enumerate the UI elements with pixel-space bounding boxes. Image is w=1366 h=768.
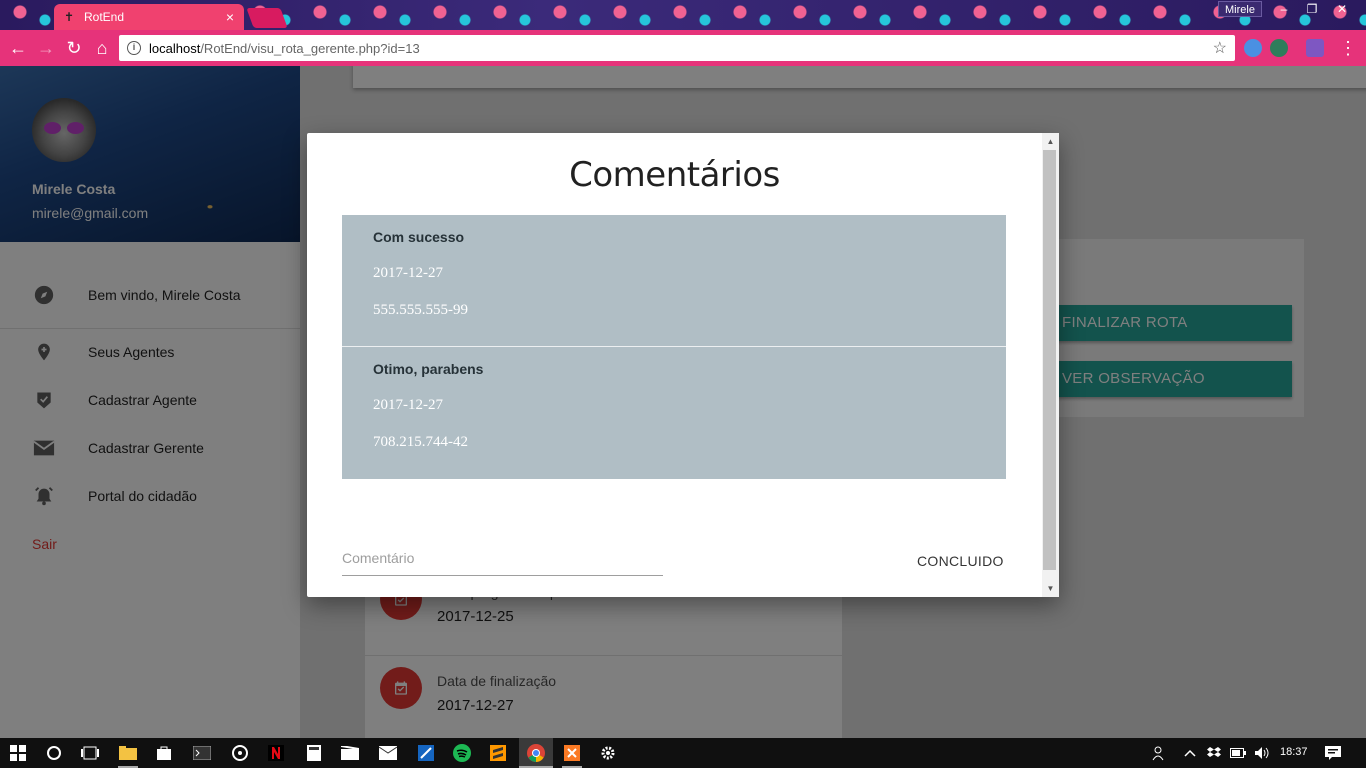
system-clock[interactable]: 18:37 xyxy=(1280,746,1308,758)
url-host: localhost xyxy=(149,40,201,56)
extension-shield-icon[interactable] xyxy=(1270,39,1288,57)
battery-icon[interactable] xyxy=(1228,743,1248,763)
task-view-icon[interactable] xyxy=(80,743,100,763)
modal-title: Comentários xyxy=(569,155,780,195)
address-bar[interactable]: i localhost /RotEnd/visu_rota_gerente.ph… xyxy=(119,35,1235,61)
file-explorer-icon[interactable] xyxy=(118,743,138,763)
settings-icon[interactable] xyxy=(598,743,618,763)
notifications-icon[interactable] xyxy=(1323,743,1343,763)
people-icon[interactable] xyxy=(1150,743,1170,763)
comment-text: Com sucesso xyxy=(373,229,465,245)
modal-scrollbar[interactable]: ▲ ▼ xyxy=(1042,133,1059,597)
bookmark-star-icon[interactable]: ☆ xyxy=(1213,38,1227,58)
profile-badge[interactable]: Mirele xyxy=(1218,1,1262,17)
extension-pen-icon[interactable] xyxy=(1306,39,1324,57)
terminal-icon[interactable] xyxy=(192,743,212,763)
restore-icon[interactable]: ❐ xyxy=(1298,0,1326,18)
forward-icon[interactable]: → xyxy=(34,36,58,60)
chevron-up-icon[interactable] xyxy=(1180,743,1200,763)
page-favicon-icon: ✝ xyxy=(64,10,75,24)
calculator-icon[interactable] xyxy=(304,743,324,763)
comment-date: 2017-12-27 xyxy=(373,397,443,413)
browser-toolbar: ← → ↻ ⌂ i localhost /RotEnd/visu_rota_ge… xyxy=(0,30,1366,66)
extension-icon[interactable] xyxy=(1244,39,1262,57)
dropbox-icon[interactable] xyxy=(1204,743,1224,763)
browser-tab-rotend[interactable]: ✝ RotEnd × xyxy=(54,4,244,30)
comment-text: Otimo, parabens xyxy=(373,361,484,377)
chrome-icon[interactable] xyxy=(526,743,546,763)
video-editor-icon[interactable] xyxy=(340,743,360,763)
site-info-icon[interactable]: i xyxy=(127,41,141,55)
comment-author-cpf: 708.215.744-42 xyxy=(373,434,468,450)
reload-icon[interactable]: ↻ xyxy=(62,36,86,60)
page-content: FINALIZAR ROTA VER OBSERVAÇÃO Data progr… xyxy=(0,66,1366,738)
windows-start-icon[interactable] xyxy=(8,743,28,763)
scroll-up-icon[interactable]: ▲ xyxy=(1042,133,1059,150)
back-icon[interactable]: ← xyxy=(6,36,30,60)
scrollbar-thumb[interactable] xyxy=(1043,150,1056,570)
tool-icon[interactable] xyxy=(416,743,436,763)
media-icon[interactable] xyxy=(230,743,250,763)
volume-icon[interactable] xyxy=(1252,743,1272,763)
xampp-icon[interactable] xyxy=(562,743,582,763)
comments-modal: Comentários Com sucesso 2017-12-27 555.5… xyxy=(307,133,1059,597)
store-icon[interactable] xyxy=(154,743,174,763)
scroll-down-icon[interactable]: ▼ xyxy=(1042,580,1059,597)
url-path: /RotEnd/visu_rota_gerente.php?id=13 xyxy=(200,40,420,56)
netflix-icon[interactable] xyxy=(266,743,286,763)
tab-title: RotEnd xyxy=(84,10,125,24)
window-close-icon[interactable]: ✕ xyxy=(1328,0,1356,18)
mail-icon[interactable] xyxy=(378,743,398,763)
done-button[interactable]: CONCLUIDO xyxy=(917,553,1004,569)
search-icon[interactable] xyxy=(44,743,64,763)
home-icon[interactable]: ⌂ xyxy=(90,36,114,60)
tab-close-icon[interactable]: × xyxy=(226,9,234,25)
comment-item: Com sucesso 2017-12-27 555.555.555-99 xyxy=(342,215,1006,347)
comment-input[interactable] xyxy=(342,536,663,576)
comment-date: 2017-12-27 xyxy=(373,265,443,281)
chrome-menu-icon[interactable]: ⋮ xyxy=(1336,36,1360,60)
spotify-icon[interactable] xyxy=(452,743,472,763)
minimize-icon[interactable]: – xyxy=(1270,0,1298,18)
comment-author-cpf: 555.555.555-99 xyxy=(373,302,468,318)
windows-taskbar: 18:37 xyxy=(0,738,1366,768)
comments-list: Com sucesso 2017-12-27 555.555.555-99 Ot… xyxy=(342,215,1006,479)
new-tab-button[interactable] xyxy=(246,8,288,28)
browser-titlebar: ✝ RotEnd × Mirele – ❐ ✕ xyxy=(0,0,1366,30)
comment-item: Otimo, parabens 2017-12-27 708.215.744-4… xyxy=(342,347,1006,479)
sublime-icon[interactable] xyxy=(488,743,508,763)
